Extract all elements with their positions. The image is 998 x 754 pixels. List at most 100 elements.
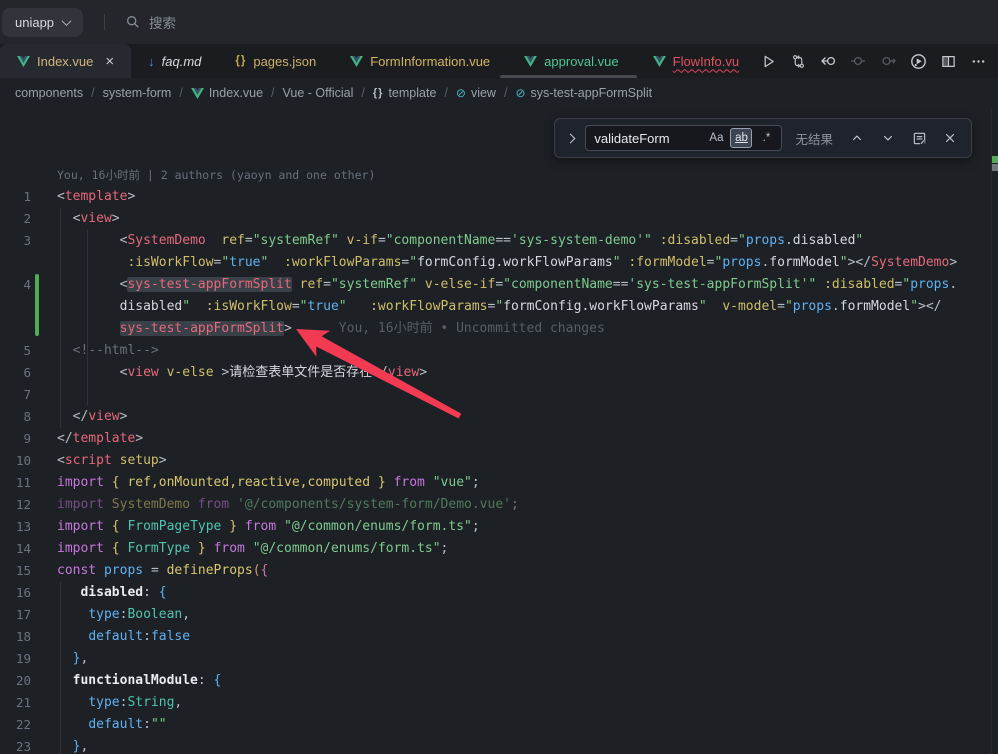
code-line-17[interactable]: 17 type:Boolean, (0, 604, 998, 626)
line-number: 12 (0, 494, 31, 516)
vue-icon (653, 56, 666, 67)
find-input[interactable] (594, 131, 702, 146)
search-placeholder: 搜索 (149, 12, 176, 32)
tab-approval.vue[interactable]: approval.vue (507, 44, 635, 78)
breadcrumb-item-system-form[interactable]: system-form (103, 86, 172, 100)
breadcrumb-item-sys-test-appFormSplit[interactable]: ⊘sys-test-appFormSplit (515, 86, 652, 100)
code-line-wrap[interactable]: sys-test-appFormSplit> You, 16小时前 • Unco… (0, 318, 998, 340)
line-number: 10 (0, 450, 31, 472)
breadcrumb-item-Vue - Official[interactable]: Vue - Official (283, 86, 354, 100)
line-number: 20 (0, 670, 31, 692)
code-line-3[interactable]: 3 <SystemDemo ref="systemRef" v-if="comp… (0, 230, 998, 252)
workspace-button[interactable]: uniapp (2, 8, 83, 37)
tab-FormInformation.vue[interactable]: FormInformation.vue (333, 44, 507, 78)
tab-label: pages.json (253, 54, 316, 69)
overview-ruler (991, 108, 992, 754)
code-line-wrap[interactable]: disabled" :isWorkFlow="true" :workFlowPa… (0, 296, 998, 318)
run-button[interactable] (756, 49, 780, 73)
code-line-wrap[interactable]: You, 16小时前 | 2 authors (yaoyn and one ot… (0, 164, 998, 186)
code-line-12[interactable]: 12import SystemDemo from '@/components/s… (0, 494, 998, 516)
line-number: 15 (0, 560, 31, 582)
titlebar-divider (104, 14, 105, 30)
find-next-icon (877, 127, 899, 149)
run-or-debug-icon[interactable] (906, 49, 930, 73)
find-input-box: Aa ab .* (585, 125, 782, 151)
more-actions-icon[interactable] (966, 49, 990, 73)
markdown-icon: ↓ (148, 54, 155, 69)
code-line-8[interactable]: 8 </view> (0, 406, 998, 428)
code-text: import { ref,onMounted,reactive,computed… (57, 472, 480, 494)
open-changes-icon[interactable] (816, 49, 840, 73)
code-line-16[interactable]: 16 disabled: { (0, 582, 998, 604)
breadcrumb-separator: / (361, 86, 364, 100)
code-line-9[interactable]: 9</template> (0, 428, 998, 450)
code-line-20[interactable]: 20 functionalModule: { (0, 670, 998, 692)
line-number: 13 (0, 516, 31, 538)
tab-Index.vue[interactable]: Index.vue × (0, 44, 131, 78)
line-number: 16 (0, 582, 31, 604)
code-line-14[interactable]: 14import { FormType } from "@/common/enu… (0, 538, 998, 560)
breadcrumb-item-view[interactable]: ⊘view (456, 86, 496, 100)
line-number: 23 (0, 736, 31, 754)
breadcrumb-item-template[interactable]: {} template (373, 86, 437, 100)
close-find-icon[interactable] (939, 127, 961, 149)
regex-toggle[interactable]: .* (755, 128, 777, 148)
breadcrumb-item-components[interactable]: components (15, 86, 83, 100)
code-line-6[interactable]: 6 <view v-else >请检查表单文件是否存在</view> (0, 362, 998, 384)
line-number: 4 (0, 274, 31, 296)
line-number: 21 (0, 692, 31, 714)
code-line-10[interactable]: 10<script setup> (0, 450, 998, 472)
code-line-4[interactable]: 4 <sys-test-appFormSplit ref="systemRef"… (0, 274, 998, 296)
code-line-22[interactable]: 22 default:"" (0, 714, 998, 736)
editor-tabs: Index.vue × ↓faq.md{}pages.json FormInforma… (0, 44, 756, 78)
symbol-namespace-icon: {} (373, 87, 384, 99)
breadcrumb-label: view (471, 86, 496, 100)
breadcrumb-label: template (388, 86, 436, 100)
breadcrumb-label: components (15, 86, 83, 100)
breadcrumb-label: Index.vue (209, 86, 263, 100)
tab-label: Index.vue (37, 54, 93, 69)
code-line-wrap[interactable]: :isWorkFlow="true" :workFlowParams="form… (0, 252, 998, 274)
line-number: 7 (0, 384, 31, 406)
vue-icon (17, 56, 30, 67)
line-number: 5 (0, 340, 31, 362)
breadcrumb-separator: / (179, 86, 182, 100)
code-line-5[interactable]: 5 <!--html--> (0, 340, 998, 362)
line-number: 8 (0, 406, 31, 428)
close-tab-icon[interactable]: × (105, 54, 114, 69)
tab-faq.md[interactable]: ↓faq.md (131, 44, 218, 78)
code-text: <template> (57, 186, 135, 208)
code-text: <!--html--> (57, 340, 159, 362)
whole-word-toggle[interactable]: ab (730, 128, 752, 148)
tab-scrollbar[interactable] (500, 75, 637, 78)
tab-label: approval.vue (544, 54, 618, 69)
code-line-18[interactable]: 18 default:false (0, 626, 998, 648)
code-line-7[interactable]: 7 (0, 384, 998, 406)
code-line-2[interactable]: 2 <view> (0, 208, 998, 230)
code-line-1[interactable]: 1<template> (0, 186, 998, 208)
code-line-15[interactable]: 15const props = defineProps({ (0, 560, 998, 582)
code-line-19[interactable]: 19 }, (0, 648, 998, 670)
code-line-23[interactable]: 23 }, (0, 736, 998, 754)
toggle-replace-icon[interactable] (566, 133, 576, 143)
tab-FlowInfo.vu[interactable]: FlowInfo.vu (636, 44, 756, 78)
search-icon (126, 15, 140, 29)
split-editor-icon[interactable] (936, 49, 960, 73)
code-editor[interactable]: You, 16小时前 | 2 authors (yaoyn and one ot… (0, 108, 998, 754)
git-compare-icon[interactable] (786, 49, 810, 73)
chevron-down-icon (62, 16, 72, 26)
tab-label: FlowInfo.vu (673, 54, 739, 69)
breadcrumb-item-Index.vue[interactable]: Index.vue (191, 86, 263, 100)
global-search[interactable]: 搜索 (126, 12, 176, 32)
find-in-selection-icon[interactable] (908, 127, 930, 149)
match-case-toggle[interactable]: Aa (705, 128, 727, 148)
tab-pages.json[interactable]: {}pages.json (218, 44, 333, 78)
code-line-13[interactable]: 13import { FromPageType } from "@/common… (0, 516, 998, 538)
line-number: 2 (0, 208, 31, 230)
tab-label: FormInformation.vue (370, 54, 490, 69)
code-text: }, (57, 736, 88, 754)
ruler-modified-mark (992, 156, 998, 163)
code-line-21[interactable]: 21 type:String, (0, 692, 998, 714)
code-line-11[interactable]: 11import { ref,onMounted,reactive,comput… (0, 472, 998, 494)
line-number: 3 (0, 230, 31, 252)
